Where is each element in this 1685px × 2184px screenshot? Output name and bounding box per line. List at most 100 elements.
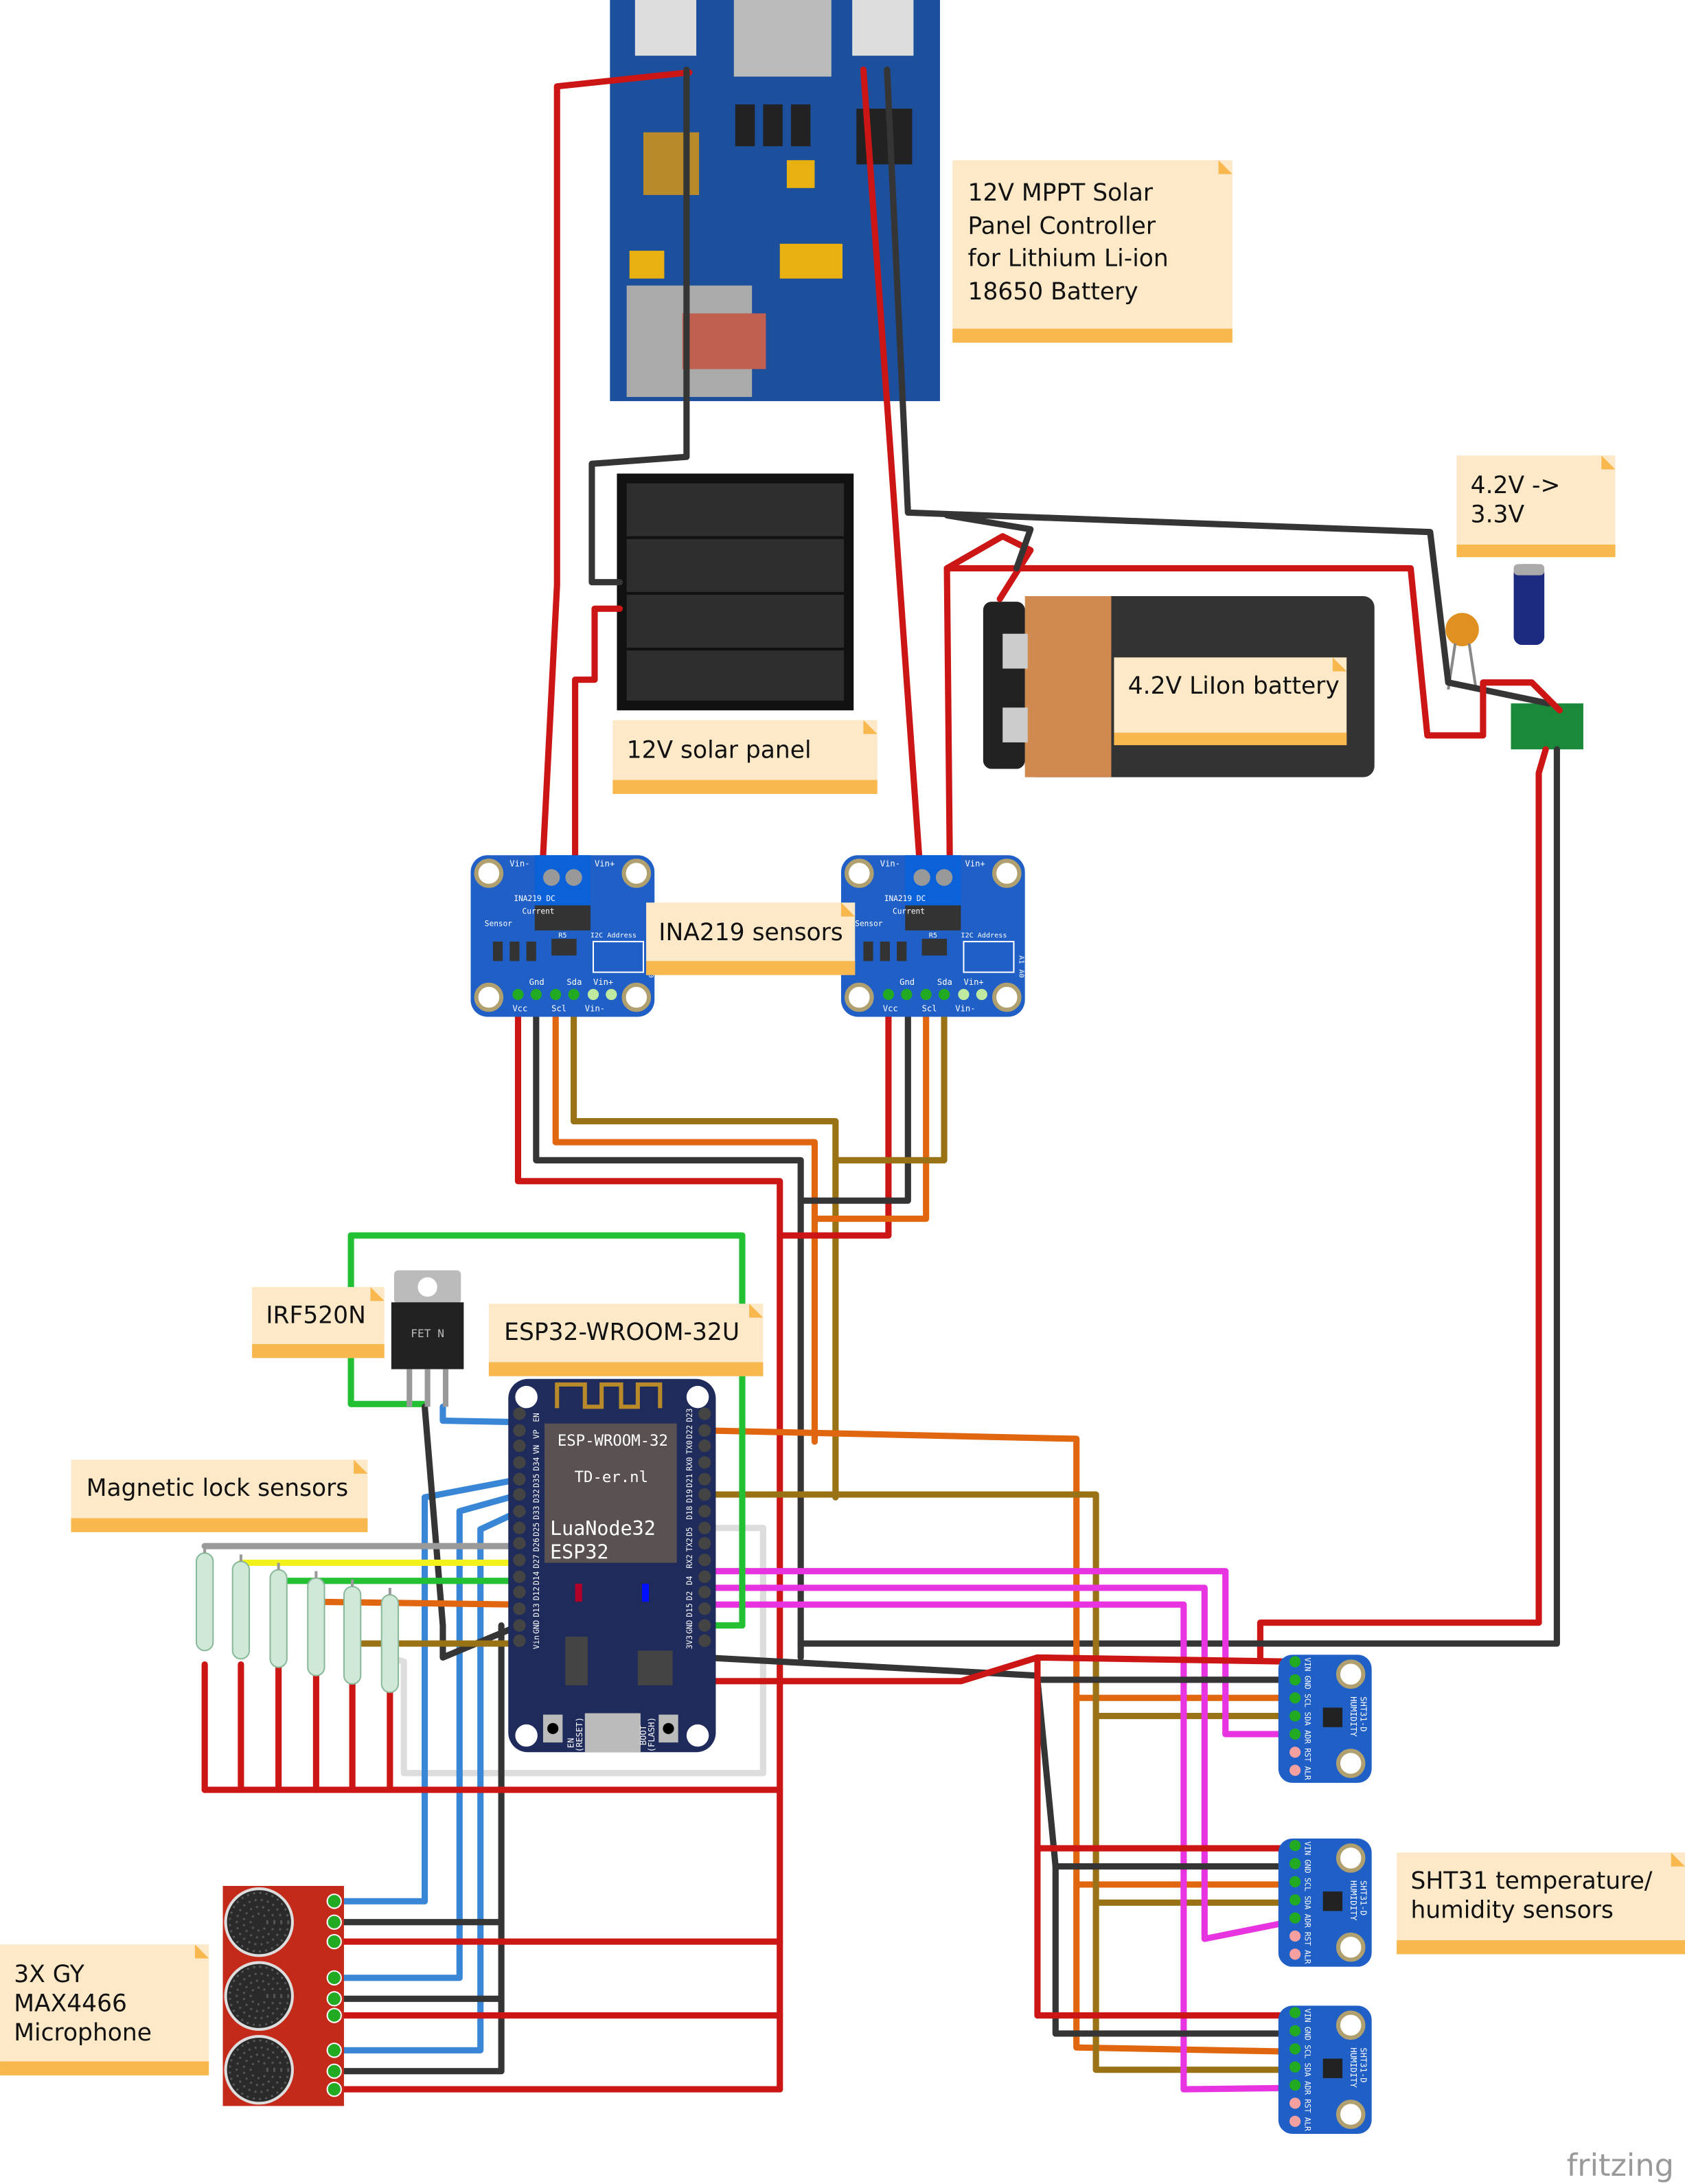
sht-pin[interactable] — [1289, 2043, 1301, 2055]
ina-pin[interactable] — [938, 988, 950, 1001]
ina-pin[interactable] — [568, 988, 580, 1001]
sht-pin[interactable] — [1289, 2079, 1301, 2091]
esp-pin-left[interactable] — [513, 1472, 526, 1486]
mic-pin[interactable] — [326, 2007, 342, 2023]
voltage-regulator[interactable] — [1445, 564, 1583, 750]
reed-switch[interactable] — [380, 1594, 400, 1694]
esp-pin-right[interactable] — [698, 1619, 711, 1632]
sht-pin[interactable] — [1289, 1656, 1301, 1668]
esp-pin-right[interactable] — [698, 1536, 711, 1550]
esp-pin-right[interactable] — [698, 1505, 711, 1518]
sht31-sensor-2[interactable]: VIN GND SCL SDA ADR RST ALR SHT31-DHUMIDITY — [1278, 1839, 1372, 1967]
esp-pin-left[interactable] — [513, 1634, 526, 1648]
sht-pin[interactable] — [1289, 1930, 1301, 1942]
sht-pin[interactable] — [1289, 1858, 1301, 1869]
esp-pin-right[interactable] — [698, 1472, 711, 1486]
reed-switch[interactable] — [269, 1569, 288, 1668]
sht-pin[interactable] — [1289, 1840, 1301, 1852]
esp-pin-left[interactable] — [513, 1424, 526, 1437]
ina219-sensor-1[interactable]: Vin- Vin+ INA219 DC Current Sensor R5 I2C Addr… — [470, 855, 655, 1017]
sht-pin[interactable] — [1289, 1747, 1301, 1758]
esp-pin-left[interactable] — [513, 1456, 526, 1469]
esp-pin-right[interactable] — [698, 1585, 711, 1599]
sht-pin[interactable] — [1289, 2115, 1301, 2127]
esp-pin-right[interactable] — [698, 1570, 711, 1583]
esp-pin-right[interactable] — [698, 1407, 711, 1420]
mic-pin[interactable] — [326, 1893, 342, 1909]
esp-pin-left[interactable] — [513, 1619, 526, 1632]
solar-panel[interactable] — [617, 473, 854, 711]
mic-pin[interactable] — [326, 1991, 342, 2007]
ina-pin[interactable] — [920, 988, 932, 1001]
sht-pin[interactable] — [1289, 1894, 1301, 1906]
max4466-microphones[interactable] — [222, 1885, 344, 2106]
esp-pin-left[interactable] — [513, 1585, 526, 1599]
wire[interactable] — [439, 1403, 523, 1426]
esp-pin-left[interactable] — [513, 1536, 526, 1550]
esp-pin-right[interactable] — [698, 1554, 711, 1567]
ina-pin[interactable] — [530, 988, 542, 1001]
esp-pin-left[interactable] — [513, 1488, 526, 1501]
sht-pin[interactable] — [1289, 1948, 1301, 1960]
note-regulator[interactable]: 4.2V -> 3.3V — [1456, 455, 1616, 558]
mic-pin[interactable] — [326, 2063, 342, 2079]
esp-pin-right[interactable] — [698, 1440, 711, 1453]
esp-pin-right[interactable] — [698, 1602, 711, 1615]
ina-pin[interactable] — [512, 988, 524, 1001]
sht-pin[interactable] — [1289, 1764, 1301, 1776]
reed-switch[interactable] — [231, 1560, 251, 1660]
wire[interactable] — [331, 1476, 523, 1904]
note-battery[interactable]: 4.2V LiIon battery — [1114, 657, 1347, 746]
ina-pin[interactable] — [958, 988, 970, 1001]
esp-pin-left[interactable] — [513, 1407, 526, 1420]
esp-pin-right[interactable] — [698, 1488, 711, 1501]
note-solar-panel[interactable]: 12V solar panel — [612, 720, 878, 794]
esp32-board[interactable]: ESP-WROOM-32 TD-er.nl LuaNode32 ESP32 EN… — [508, 1378, 716, 1753]
ina-pin[interactable] — [901, 988, 913, 1001]
esp-pin-right[interactable] — [698, 1521, 711, 1534]
irf520n-mosfet[interactable]: FET N — [391, 1270, 464, 1407]
note-esp32[interactable]: ESP32-WROOM-32U — [488, 1304, 764, 1376]
note-sht31[interactable]: SHT31 temperature/ humidity sensors — [1397, 1852, 1685, 1955]
mic-pin[interactable] — [326, 1970, 342, 1986]
reed-switch[interactable] — [195, 1552, 214, 1652]
wire[interactable] — [1052, 1863, 1298, 2037]
sht-pin[interactable] — [1289, 2007, 1301, 2018]
note-magnetic-lock[interactable]: Magnetic lock sensors — [71, 1459, 368, 1532]
wire[interactable] — [422, 1403, 523, 1661]
sht-pin[interactable] — [1289, 1710, 1301, 1722]
sht-pin[interactable] — [1289, 1674, 1301, 1685]
ina-pin[interactable] — [606, 988, 617, 1001]
mic-pin[interactable] — [326, 1933, 342, 1950]
ina219-sensor-2[interactable]: Vin- Vin+ INA219 DC Current Sensor R5 I2C Addr… — [840, 855, 1025, 1017]
sht-pin[interactable] — [1289, 1692, 1301, 1704]
esp-pin-left[interactable] — [513, 1440, 526, 1453]
esp-pin-right[interactable] — [698, 1634, 711, 1648]
reed-switch[interactable] — [307, 1577, 325, 1676]
sht-pin[interactable] — [1289, 2097, 1301, 2109]
sht-pin[interactable] — [1289, 2061, 1301, 2073]
esp-pin-left[interactable] — [513, 1554, 526, 1567]
sht-pin[interactable] — [1289, 1912, 1301, 1924]
mic-pin[interactable] — [326, 2081, 342, 2097]
mic-pin[interactable] — [326, 1914, 342, 1930]
ina-pin[interactable] — [587, 988, 599, 1001]
sht-pin[interactable] — [1289, 1876, 1301, 1888]
esp-pin-right[interactable] — [698, 1456, 711, 1469]
note-irf520n[interactable]: IRF520N — [252, 1286, 385, 1358]
ina-pin[interactable] — [882, 988, 895, 1001]
esp-pin-left[interactable] — [513, 1570, 526, 1583]
esp-pin-left[interactable] — [513, 1505, 526, 1518]
wire[interactable] — [331, 1622, 505, 2075]
sht31-sensor-1[interactable]: VIN GND SCL SDA ADR RST ALR SHT31-DHUMIDITY — [1278, 1654, 1372, 1783]
note-microphone[interactable]: 3X GY MAX4466 Microphone — [0, 1944, 209, 2075]
sht31-sensor-3[interactable]: VIN GND SCL SDA ADR RST ALR SHT31-DHUMIDITY — [1278, 2005, 1372, 2134]
ina-pin[interactable] — [976, 988, 987, 1001]
note-controller[interactable]: 12V MPPT Solar Panel Controller for Lith… — [952, 160, 1233, 343]
wire[interactable] — [1257, 746, 1549, 1661]
esp-pin-left[interactable] — [513, 1602, 526, 1615]
sht-pin[interactable] — [1289, 2025, 1301, 2037]
esp-pin-right[interactable] — [698, 1424, 711, 1437]
reed-switch[interactable] — [343, 1585, 362, 1685]
mic-pin[interactable] — [326, 2043, 342, 2058]
